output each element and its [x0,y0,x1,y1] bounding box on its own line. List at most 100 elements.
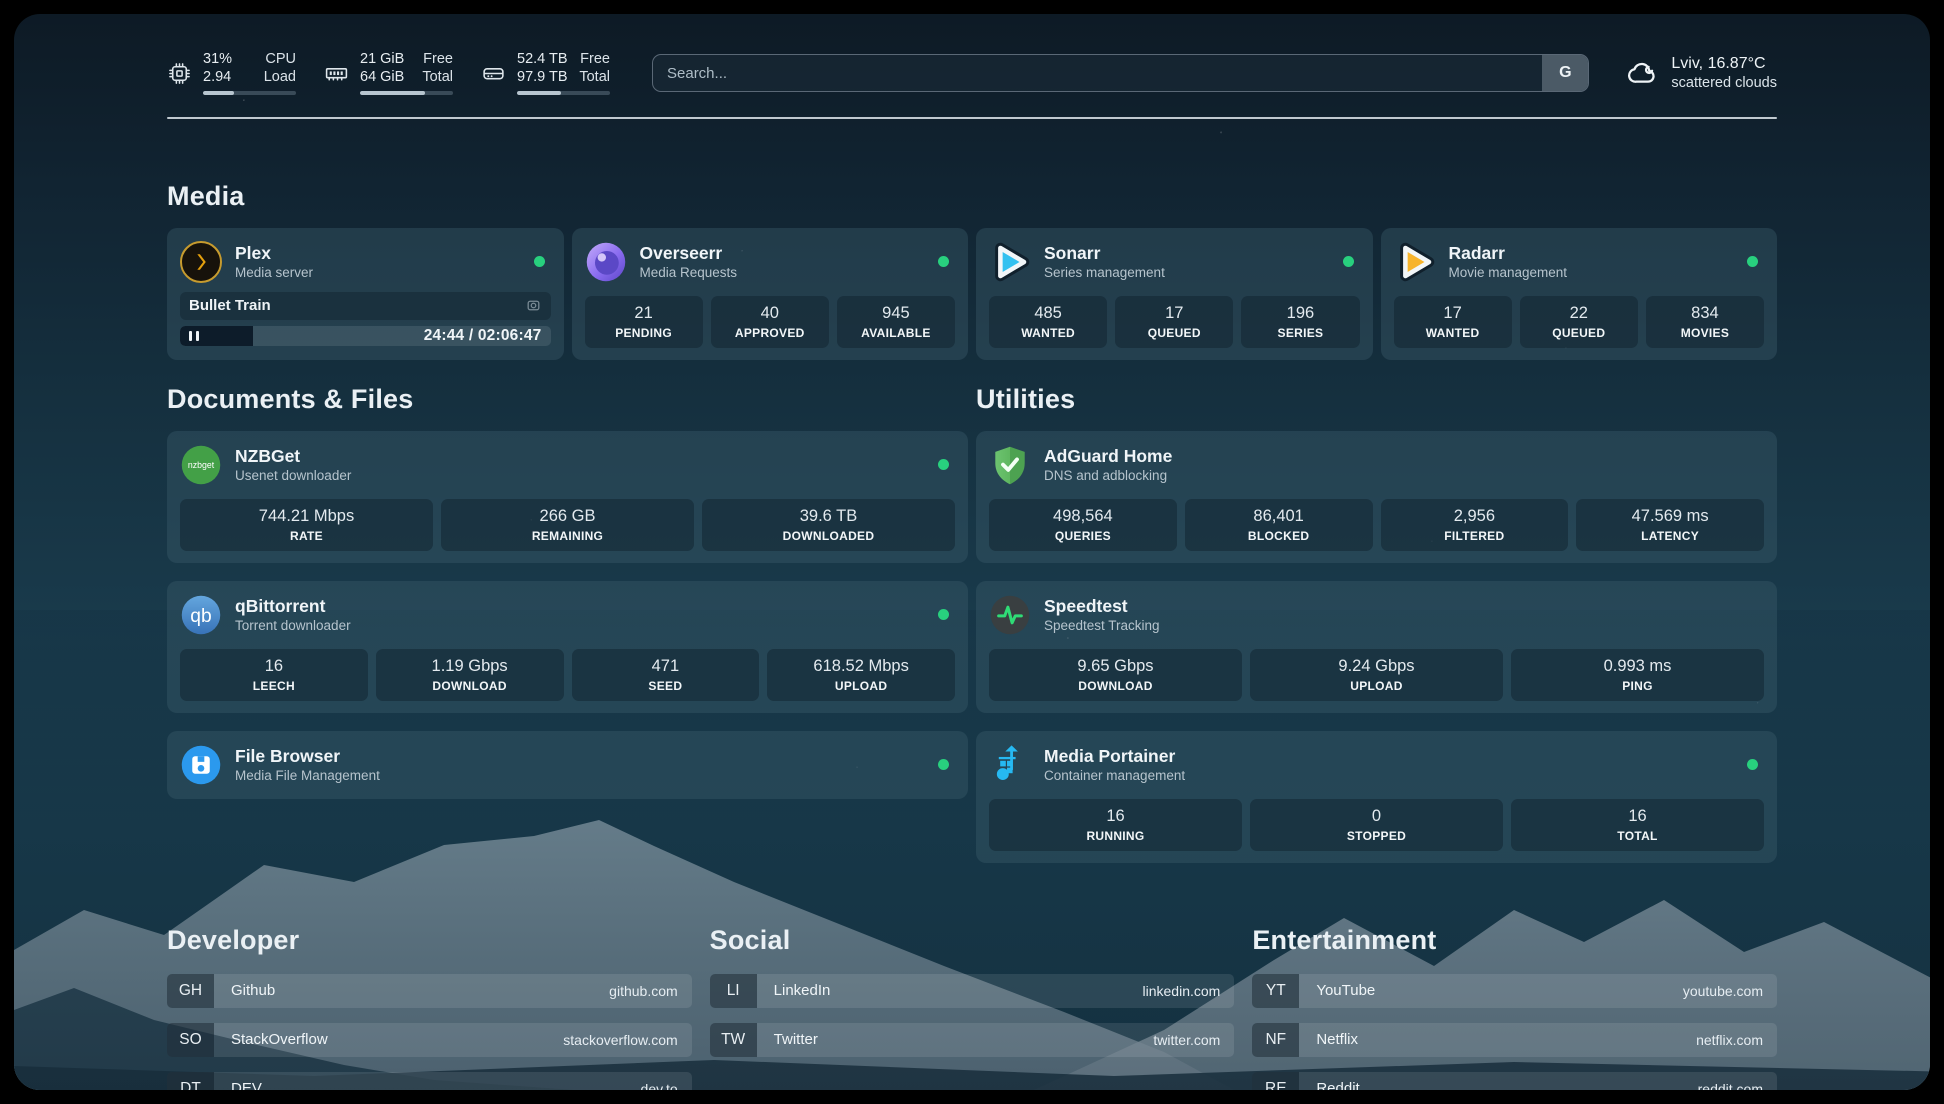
stat-label: DOWNLOADED [783,529,875,543]
stat-value: 16 [1628,807,1646,826]
bookmark-netflix[interactable]: NF Netflix netflix.com [1252,1023,1777,1057]
stat-label: SERIES [1278,326,1324,340]
stat-label: SEED [648,679,682,693]
bookmark-name: StackOverflow [214,1031,563,1048]
service-subtitle: Torrent downloader [235,617,925,634]
memory-progress-bar [360,91,453,96]
bookmark-group-social: Social LI LinkedIn linkedin.com TW Twitt… [710,925,1235,1091]
topbar-divider [167,117,1777,119]
stat-label: UPLOAD [835,679,887,693]
service-card-radarr[interactable]: Radarr Movie management 17WANTED 22QUEUE… [1381,228,1778,360]
stat-value: 485 [1034,304,1062,323]
stat-value: 834 [1691,304,1719,323]
stat-value: 618.52 Mbps [813,657,908,676]
bookmark-url: reddit.com [1698,1081,1777,1091]
service-name: Plex [235,242,521,264]
stat-value: 0.993 ms [1604,657,1672,676]
service-stats: 498,564QUERIES 86,401BLOCKED 2,956FILTER… [989,499,1764,551]
service-card-filebrowser[interactable]: File Browser Media File Management [167,731,968,799]
stat-label: LEECH [253,679,295,693]
bookmark-group-developer: Developer GH Github github.com SO StackO… [167,925,692,1091]
playback-progress-bar: 24:44 / 02:06:47 [180,326,551,346]
search-input[interactable] [653,55,1542,91]
bookmark-reddit[interactable]: RE Reddit reddit.com [1252,1072,1777,1091]
bookmark-abbr: TW [710,1023,757,1057]
overseerr-icon [585,241,627,283]
service-subtitle: Speedtest Tracking [1044,617,1764,634]
service-card-overseerr[interactable]: Overseerr Media Requests 21PENDING 40APP… [572,228,969,360]
service-name: AdGuard Home [1044,445,1764,467]
service-card-nzbget[interactable]: nzbget NZBGet Usenet downloader 744.21 M… [167,431,968,563]
cpu-icon [167,61,192,86]
now-playing-bar: Bullet Train [180,292,551,320]
bookmark-stackoverflow[interactable]: SO StackOverflow stackoverflow.com [167,1023,692,1057]
service-card-plex[interactable]: Plex Media server Bullet Train 24:44 / 0… [167,228,564,360]
stat-label: RATE [290,529,323,543]
stat-value: 9.65 Gbps [1077,657,1153,676]
service-stats: 16RUNNING 0STOPPED 16TOTAL [989,799,1764,851]
service-card-adguard[interactable]: AdGuard Home DNS and adblocking 498,564Q… [976,431,1777,563]
radarr-icon [1394,241,1436,283]
service-subtitle: DNS and adblocking [1044,467,1764,484]
disk-total-label: Total [579,69,610,86]
service-stats: 9.65 GbpsDOWNLOAD 9.24 GbpsUPLOAD 0.993 … [989,649,1764,701]
topbar: 31% CPU 2.94 Load [167,44,1777,102]
service-card-speedtest[interactable]: Speedtest Speedtest Tracking 9.65 GbpsDO… [976,581,1777,713]
bookmark-url: youtube.com [1683,983,1777,999]
search-bar: G [652,54,1589,92]
bookmark-abbr: LI [710,974,757,1008]
stat-label: QUERIES [1055,529,1111,543]
weather-widget[interactable]: Lviv, 16.87°C scattered clouds [1627,54,1777,92]
bookmark-linkedin[interactable]: LI LinkedIn linkedin.com [710,974,1235,1008]
status-online-dot [938,459,949,470]
stat-value: 2,956 [1454,507,1495,526]
stat-value: 17 [1443,304,1461,323]
memory-total-value: 64 GiB [360,69,416,86]
service-stats: 744.21 MbpsRATE 266 GBREMAINING 39.6 TBD… [180,499,955,551]
service-name: NZBGet [235,445,925,467]
service-subtitle: Container management [1044,767,1734,784]
service-name: qBittorrent [235,595,925,617]
stat-value: 39.6 TB [800,507,857,526]
section-utilities: Utilities [976,360,1777,863]
stat-label: PENDING [615,326,672,340]
memory-total-label: Total [422,69,453,86]
section-title-utilities: Utilities [976,384,1777,415]
service-name: Overseerr [640,242,926,264]
bookmark-name: YouTube [1299,982,1683,999]
stat-value: 9.24 Gbps [1338,657,1414,676]
stat-label: WANTED [1426,326,1480,340]
cpu-load-value: 2.94 [203,69,258,86]
bookmark-name: Twitter [757,1031,1154,1048]
stat-value: 0 [1372,807,1381,826]
service-subtitle: Media Requests [640,264,926,281]
memory-widget: 21 GiB Free 64 GiB Total [324,51,453,96]
disk-free-value: 52.4 TB [517,51,573,68]
service-stats: 17WANTED 22QUEUED 834MOVIES [1394,296,1765,348]
stat-value: 40 [761,304,779,323]
cpu-progress-bar [203,91,296,96]
bookmark-dev[interactable]: DT DEV dev.to [167,1072,692,1091]
service-card-qbittorrent[interactable]: qb qBittorrent Torrent downloader 16LEEC… [167,581,968,713]
filebrowser-icon [180,744,222,786]
bookmark-github[interactable]: GH Github github.com [167,974,692,1008]
stat-label: UPLOAD [1350,679,1402,693]
memory-icon [324,61,349,86]
section-title-developer: Developer [167,925,692,956]
service-stats: 16LEECH 1.19 GbpsDOWNLOAD 471SEED 618.52… [180,649,955,701]
stat-label: QUEUED [1552,326,1605,340]
cpu-usage-label: CPU [264,51,296,68]
stat-value: 945 [882,304,910,323]
bookmark-youtube[interactable]: YT YouTube youtube.com [1252,974,1777,1008]
adguard-icon [989,444,1031,486]
service-card-portainer[interactable]: Media Portainer Container management 16R… [976,731,1777,863]
bookmark-url: stackoverflow.com [563,1032,691,1048]
bookmark-abbr: RE [1252,1072,1299,1091]
bookmark-twitter[interactable]: TW Twitter twitter.com [710,1023,1235,1057]
stat-label: QUEUED [1148,326,1201,340]
search-provider-button[interactable]: G [1542,55,1588,91]
service-card-sonarr[interactable]: Sonarr Series management 485WANTED 17QUE… [976,228,1373,360]
bookmark-url: twitter.com [1153,1032,1234,1048]
speedtest-icon [989,594,1031,636]
nzbget-icon: nzbget [180,444,222,486]
